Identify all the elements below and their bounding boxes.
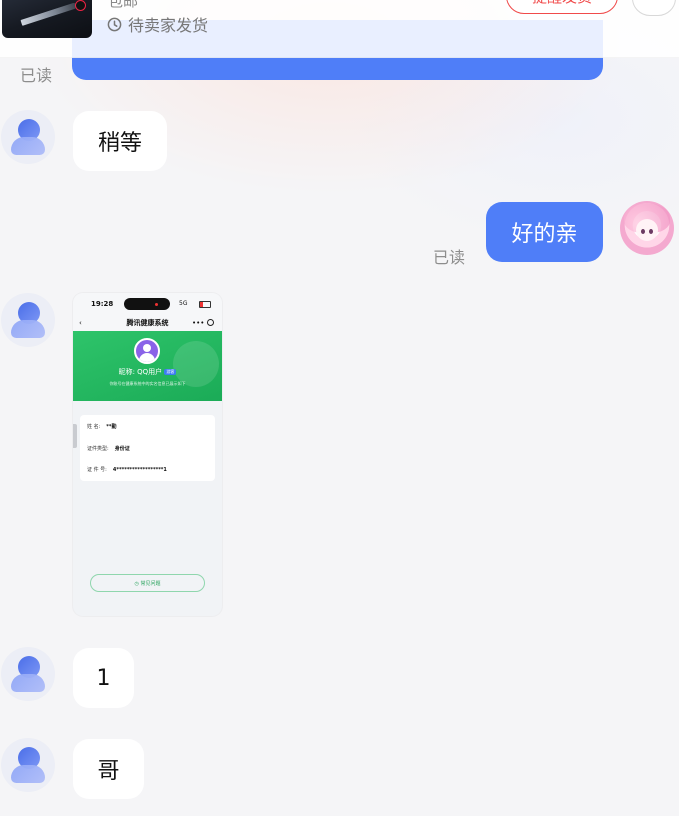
read-receipt: 已读 [20,66,53,85]
back-icon: ‹ [79,319,82,327]
shot-nav-bar: ‹ 腾讯健康系统 ••• [73,315,222,331]
product-image-knife [20,2,78,26]
message-bubble[interactable]: 稍等 [73,111,167,171]
seller-avatar[interactable] [1,647,55,701]
order-status: 待卖家发货 [107,12,208,36]
shot-title: 腾讯健康系统 [126,319,169,327]
order-status-text: 待卖家发货 [128,16,209,35]
info-row: 证件类型: 身份证 [87,446,130,452]
shot-help-button: ◷ 常见问题 [90,574,205,592]
message-bubble[interactable]: 哥 [73,739,144,799]
more-button[interactable] [632,0,676,16]
shipping-label: 包邮 [108,0,139,10]
remind-shipping-button[interactable]: 提醒发货 [506,0,618,14]
order-info-bar[interactable]: 包邮 待卖家发货 提醒发货 [0,0,679,58]
image-message[interactable]: 19:28 5G ‹ 腾讯健康系统 ••• 昵称: QQ用户 游客 你账号在健康… [73,293,222,616]
seller-avatar[interactable] [1,738,55,792]
message-bubble[interactable]: 1 [73,648,134,708]
clock-icon [107,17,122,32]
my-avatar[interactable] [620,201,674,255]
target-icon [207,319,214,326]
seller-avatar[interactable] [1,110,55,164]
info-row: 证 件 号: 4******************1 [87,467,167,473]
product-image-badge [75,0,86,11]
shot-status-bar: 19:28 5G [73,293,222,315]
seller-avatar[interactable] [1,293,55,347]
battery-icon [199,301,211,308]
read-receipt: 已读 [433,248,466,267]
product-thumbnail[interactable] [2,0,92,38]
info-row: 姓 名: **勤 [87,424,117,430]
shot-avatar [134,338,160,364]
shot-info-card: 姓 名: **勤 证件类型: 身份证 证 件 号: 4****************… [80,415,215,481]
more-icon: ••• [192,319,205,327]
my-message-bubble[interactable]: 好的亲 [486,202,603,262]
shot-hero: 昵称: QQ用户 游客 你账号在健康系统中的实名信息已展示如下 [73,331,222,401]
